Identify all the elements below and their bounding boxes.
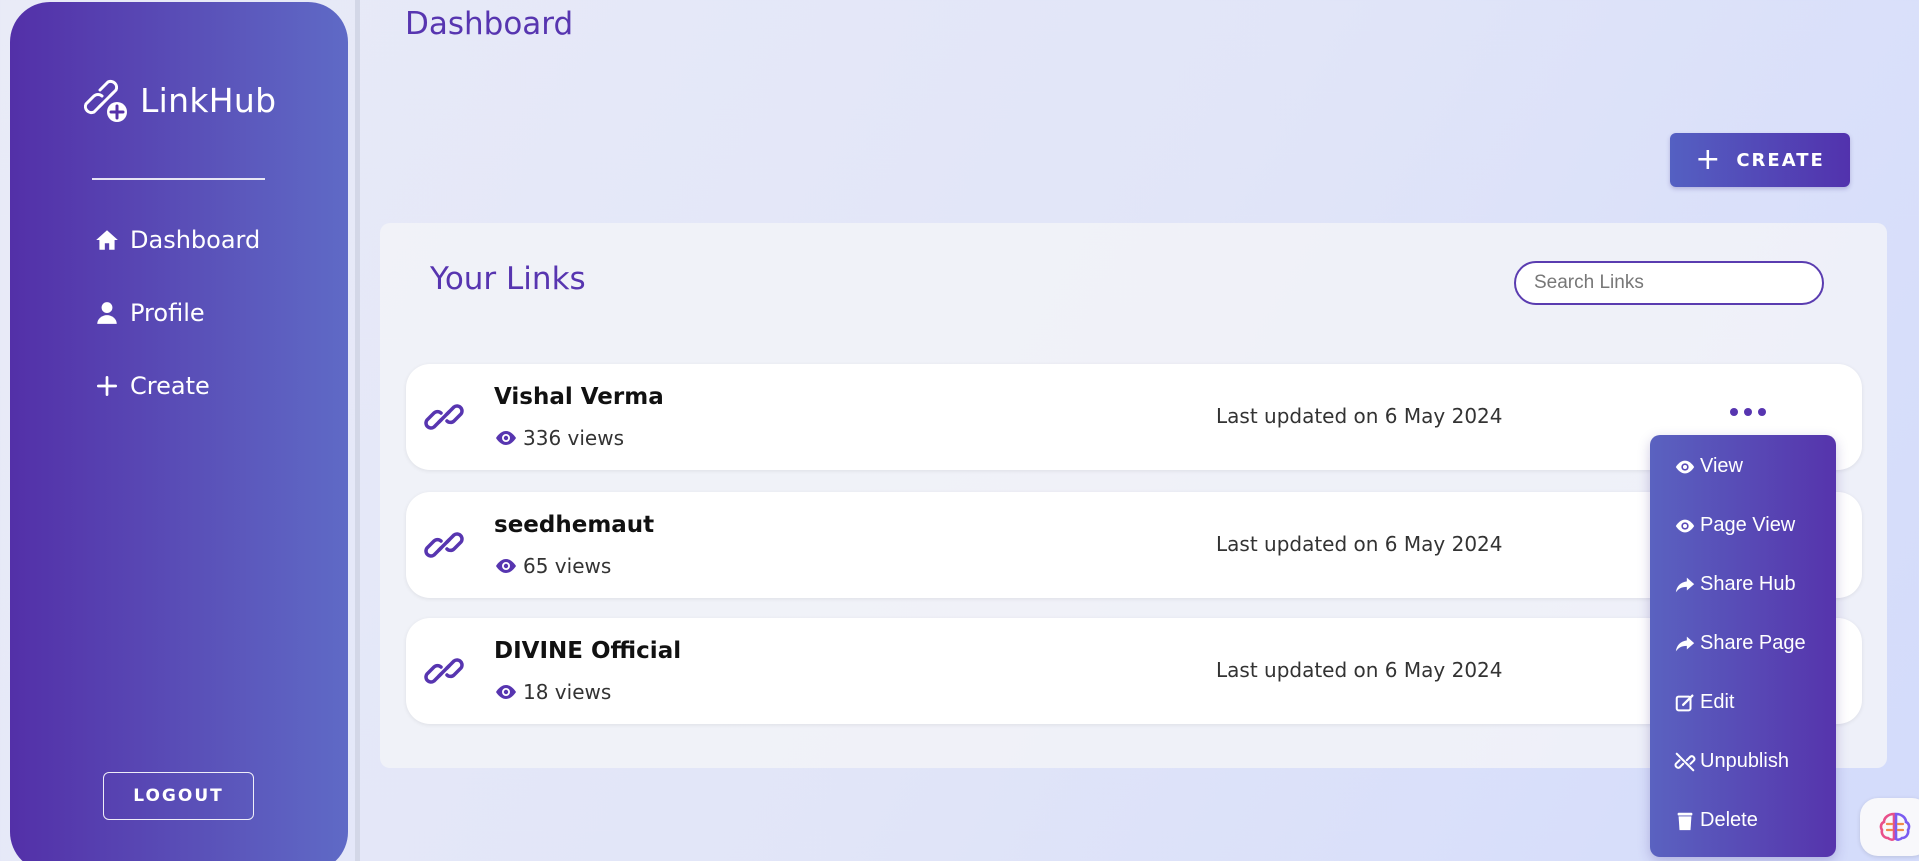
plus-icon: + <box>1695 142 1723 177</box>
link-name: DIVINE Official <box>494 638 682 664</box>
create-button[interactable]: + CREATE <box>1670 133 1850 187</box>
last-updated: Last updated on 6 May 2024 <box>1216 404 1503 428</box>
plus-icon <box>96 375 118 397</box>
link-actions-menu: View Page View Share Hub Share Page Edit… <box>1650 435 1836 857</box>
menu-item-share-hub[interactable]: Share Hub <box>1674 573 1796 596</box>
search-input[interactable] <box>1514 261 1824 305</box>
menu-item-edit[interactable]: Edit <box>1674 691 1734 714</box>
last-updated: Last updated on 6 May 2024 <box>1216 532 1503 556</box>
menu-item-label: Delete <box>1700 809 1758 831</box>
eye-icon <box>496 685 516 699</box>
views-count: 65 views <box>523 554 612 578</box>
link-views: 336 views <box>494 426 624 450</box>
menu-item-label: Unpublish <box>1700 750 1789 772</box>
views-count: 336 views <box>523 426 625 450</box>
eye-icon <box>1675 460 1695 473</box>
menu-item-label: View <box>1700 455 1743 477</box>
list-item[interactable]: Vishal Verma 336 views Last updated on 6… <box>406 364 1862 470</box>
link-views: 18 views <box>494 680 611 704</box>
sidebar-item-label: Dashboard <box>130 226 261 254</box>
more-options-button[interactable] <box>1730 400 1766 424</box>
unlink-icon <box>1674 752 1696 771</box>
eye-icon <box>496 431 516 445</box>
link-name: seedhemaut <box>494 512 655 538</box>
menu-item-label: Share Page <box>1700 632 1806 654</box>
user-icon <box>97 302 117 324</box>
menu-item-page-view[interactable]: Page View <box>1674 514 1795 537</box>
link-icon <box>424 532 464 558</box>
page-title: Dashboard <box>405 6 574 42</box>
menu-item-unpublish[interactable]: Unpublish <box>1674 750 1789 773</box>
link-icon <box>424 658 464 684</box>
list-item[interactable]: seedhemaut 65 views Last updated on 6 Ma… <box>406 492 1862 598</box>
share-icon <box>1675 636 1695 651</box>
sidebar-divider <box>355 0 360 861</box>
link-name: Vishal Verma <box>494 384 664 410</box>
sidebar-item-label: Profile <box>130 299 205 327</box>
sidebar-item-profile[interactable]: Profile <box>94 299 205 327</box>
sidebar-item-label: Create <box>130 372 210 400</box>
last-updated: Last updated on 6 May 2024 <box>1216 658 1503 682</box>
home-icon <box>96 230 118 250</box>
create-button-label: CREATE <box>1736 149 1825 171</box>
menu-item-view[interactable]: View <box>1674 455 1743 478</box>
links-title: Your Links <box>430 261 586 297</box>
menu-item-share-page[interactable]: Share Page <box>1674 632 1806 655</box>
sidebar-item-create[interactable]: Create <box>94 372 210 400</box>
views-count: 18 views <box>523 680 612 704</box>
sidebar-item-dashboard[interactable]: Dashboard <box>94 226 260 254</box>
menu-item-delete[interactable]: Delete <box>1674 809 1758 832</box>
link-views: 65 views <box>494 554 611 578</box>
brand-logo[interactable]: LinkHub <box>82 76 276 124</box>
brand-name: LinkHub <box>140 80 277 120</box>
logout-button[interactable]: LOGOUT <box>103 772 254 820</box>
assistant-button[interactable] <box>1860 798 1919 856</box>
brand-divider <box>92 178 265 180</box>
menu-item-label: Share Hub <box>1700 573 1796 595</box>
eye-icon <box>1675 519 1695 532</box>
list-item[interactable]: DIVINE Official 18 views Last updated on… <box>406 618 1862 724</box>
share-icon <box>1675 577 1695 592</box>
brain-icon <box>1879 812 1911 841</box>
eye-icon <box>496 559 516 573</box>
trash-icon <box>1677 812 1693 830</box>
link-icon <box>424 404 464 430</box>
menu-item-label: Edit <box>1700 691 1735 713</box>
sidebar: LinkHub Dashboard Profile Create LOGOUT <box>10 2 348 861</box>
link-add-icon <box>83 79 127 122</box>
menu-item-label: Page View <box>1700 514 1796 536</box>
edit-icon <box>1675 693 1694 711</box>
